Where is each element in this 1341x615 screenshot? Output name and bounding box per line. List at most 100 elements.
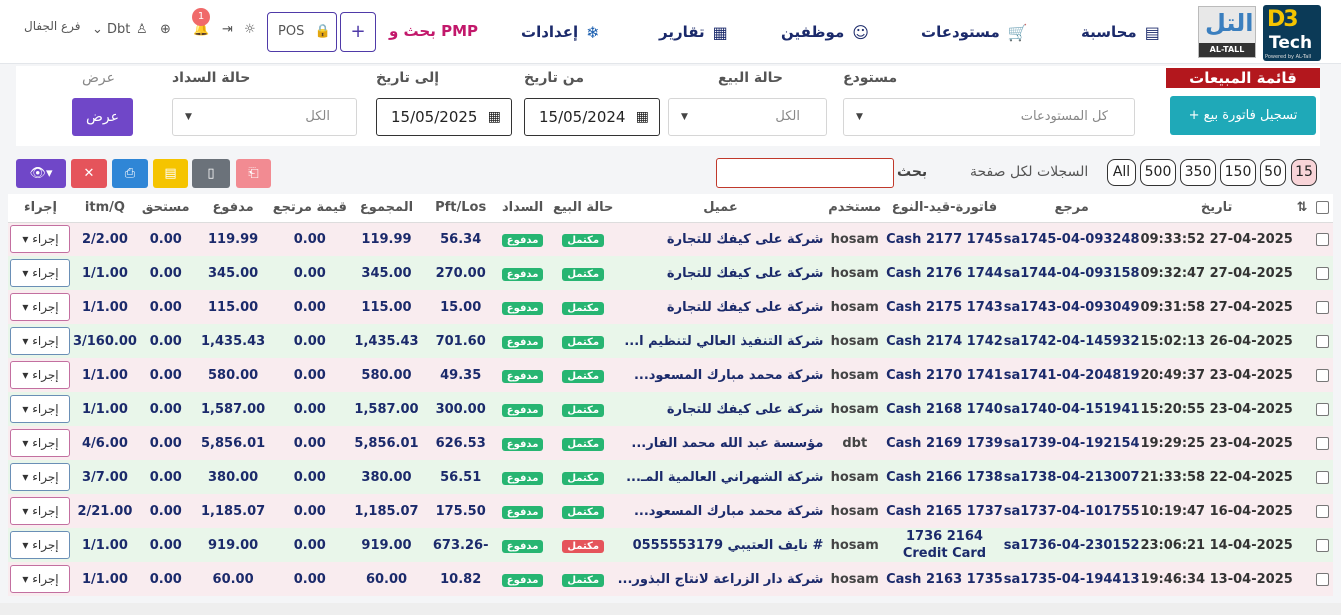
register-sale-invoice-button[interactable]: + تسجيل فاتورة بيع [1170, 96, 1316, 135]
row-ref[interactable]: sa1743-04-093049 [1002, 290, 1141, 324]
action-dropdown[interactable]: إجراء ▾ [10, 259, 71, 287]
to-date-input[interactable]: 15/05/2025 ▦ [376, 98, 512, 136]
invoice-cell[interactable]: Cash 2177 1745 [886, 232, 1003, 247]
action-dropdown[interactable]: إجراء ▾ [10, 531, 71, 559]
user-icon[interactable]: ♙ [136, 22, 148, 37]
invoice-cell[interactable]: Cash 2176 1744 [886, 266, 1003, 281]
row-ref[interactable]: sa1742-04-145932 [1002, 324, 1141, 358]
action-dropdown[interactable]: إجراء ▾ [10, 225, 71, 254]
nav-warehouses[interactable]: مستودعات 🛒 [921, 20, 1028, 44]
row-customer[interactable]: شركة التنفيذ العالي لتنظيم ا... [617, 324, 824, 358]
globe-icon[interactable]: ⊕ [160, 22, 171, 37]
excel-export-button[interactable]: ▯ [192, 159, 230, 188]
row-customer[interactable]: شركة محمد مبارك المسعود... [617, 494, 824, 528]
col-due[interactable]: مستحق [136, 194, 195, 223]
pdf-export-button[interactable]: ⎗ [236, 159, 271, 188]
invoice-cell[interactable]: Cash 2168 1740 [886, 402, 1003, 417]
select-all-checkbox[interactable] [1311, 194, 1333, 223]
action-dropdown[interactable]: إجراء ▾ [10, 293, 71, 321]
col-ref[interactable]: مرجع [1002, 194, 1141, 223]
payment-status-select[interactable]: ▼ الكل [172, 98, 357, 136]
invoice-cell[interactable]: Cash 2174 1742 [886, 334, 1003, 349]
warehouse-select[interactable]: ▼ كل المستودعات [843, 98, 1135, 136]
action-dropdown[interactable]: إجراء ▾ [10, 361, 71, 389]
per-page-all[interactable]: All [1107, 159, 1136, 186]
row-checkbox[interactable] [1311, 494, 1333, 528]
search-input[interactable] [716, 158, 894, 188]
row-checkbox[interactable] [1311, 256, 1333, 290]
nav-reports[interactable]: تقارير ▦ [659, 20, 728, 44]
delete-button[interactable]: ✕ [71, 159, 107, 188]
nav-settings[interactable]: إعدادات ❄ [521, 20, 600, 44]
row-ref[interactable]: sa1744-04-093158 [1002, 256, 1141, 290]
per-page-350[interactable]: 350 [1180, 159, 1216, 186]
row-customer[interactable]: شركة على كيفك للتجارة [617, 222, 824, 256]
col-user[interactable]: مستخدم [823, 194, 887, 223]
row-checkbox[interactable] [1311, 460, 1333, 494]
row-customer[interactable]: مؤسسة عبد الله محمد الفار... [617, 426, 824, 460]
user-menu[interactable]: ⌄ Dbt [92, 22, 130, 37]
col-date[interactable]: تاريخ [1140, 194, 1293, 223]
col-payment[interactable]: السداد [496, 194, 549, 223]
per-page-150[interactable]: 150 [1220, 159, 1256, 186]
row-checkbox[interactable] [1311, 222, 1333, 256]
row-ref[interactable]: sa1738-04-213007 [1002, 460, 1141, 494]
invoice-cell[interactable]: Cash 2170 1741 [886, 368, 1003, 383]
col-return[interactable]: قيمة مرتجع [271, 194, 348, 223]
row-ref[interactable]: sa1735-04-194413 [1002, 562, 1141, 596]
action-dropdown[interactable]: إجراء ▾ [10, 395, 71, 423]
print-button[interactable]: ⎙ [112, 159, 148, 188]
col-invoice[interactable]: فاتورة-قيد-النوع [886, 194, 1003, 223]
row-customer[interactable]: شركة على كيفك للتجارة [617, 256, 824, 290]
row-checkbox[interactable] [1311, 562, 1333, 596]
row-checkbox[interactable] [1311, 290, 1333, 324]
col-customer[interactable]: عميل [617, 194, 824, 223]
row-customer[interactable]: شركة على كيفك للتجارة [617, 392, 824, 426]
nav-search-pmp[interactable]: بحث و PMP [389, 22, 478, 40]
invoice-cell[interactable]: Cash 2169 1739 [886, 436, 1003, 451]
row-ref[interactable]: sa1736-04-230152 [1002, 528, 1141, 562]
brightness-icon[interactable]: ☼ [244, 22, 256, 37]
row-customer[interactable]: شركة على كيفك للتجارة [617, 290, 824, 324]
action-dropdown[interactable]: إجراء ▾ [10, 565, 71, 593]
row-ref[interactable]: sa1739-04-192154 [1002, 426, 1141, 460]
pos-button[interactable]: POS 🔒 [267, 12, 337, 52]
horizontal-scrollbar[interactable] [0, 603, 1341, 615]
row-checkbox[interactable] [1311, 358, 1333, 392]
row-ref[interactable]: sa1740-04-151941 [1002, 392, 1141, 426]
invoice-cell[interactable]: Cash 2175 1743 [886, 300, 1003, 315]
row-customer[interactable]: شركة الشهراني العالمية المـ... [617, 460, 824, 494]
row-customer[interactable]: شركة محمد مبارك المسعود... [617, 358, 824, 392]
row-customer[interactable]: # نايف العتيبي 0555553179 [617, 528, 824, 562]
row-checkbox[interactable] [1311, 392, 1333, 426]
row-ref[interactable]: sa1745-04-093248 [1002, 222, 1141, 256]
invoice-cell[interactable]: Cash 2165 1737 [886, 504, 1003, 519]
sale-status-select[interactable]: ▼ الكل [668, 98, 827, 136]
invoice-cell[interactable]: Cash 2166 1738 [886, 470, 1003, 485]
sort-icon[interactable]: ⇅ [1292, 194, 1312, 223]
row-checkbox[interactable] [1311, 528, 1333, 562]
add-button[interactable]: + [340, 12, 376, 52]
col-items[interactable]: itm/Q [72, 194, 137, 223]
row-checkbox[interactable] [1311, 426, 1333, 460]
action-dropdown[interactable]: إجراء ▾ [10, 497, 71, 525]
invoice-cell[interactable]: 2164 1736 [906, 529, 983, 544]
nav-accounting[interactable]: محاسبة ▤ [1081, 20, 1160, 44]
row-ref[interactable]: sa1737-04-101755 [1002, 494, 1141, 528]
per-page-500[interactable]: 500 [1140, 159, 1176, 186]
row-customer[interactable]: شركة دار الزراعة لانتاج البذور... [617, 562, 824, 596]
from-date-input[interactable]: 15/05/2024 ▦ [524, 98, 660, 136]
action-dropdown[interactable]: إجراء ▾ [10, 463, 71, 491]
columns-visibility-button[interactable]: 👁▾ [16, 159, 66, 188]
action-dropdown[interactable]: إجراء ▾ [10, 429, 71, 457]
per-page-15[interactable]: 15 [1291, 159, 1317, 186]
col-sale-status[interactable]: حالة البيع [548, 194, 618, 223]
action-dropdown[interactable]: إجراء ▾ [10, 327, 71, 355]
col-paid[interactable]: مدفوع [194, 194, 272, 223]
nav-employees[interactable]: موظفين ☺ [781, 20, 869, 44]
col-total[interactable]: المجموع [348, 194, 426, 223]
invoice-cell[interactable]: Cash 2163 1735 [886, 572, 1003, 587]
row-ref[interactable]: sa1741-04-204819 [1002, 358, 1141, 392]
col-profit[interactable]: Pft/Los [425, 194, 497, 223]
csv-export-button[interactable]: ▤ [153, 159, 188, 188]
